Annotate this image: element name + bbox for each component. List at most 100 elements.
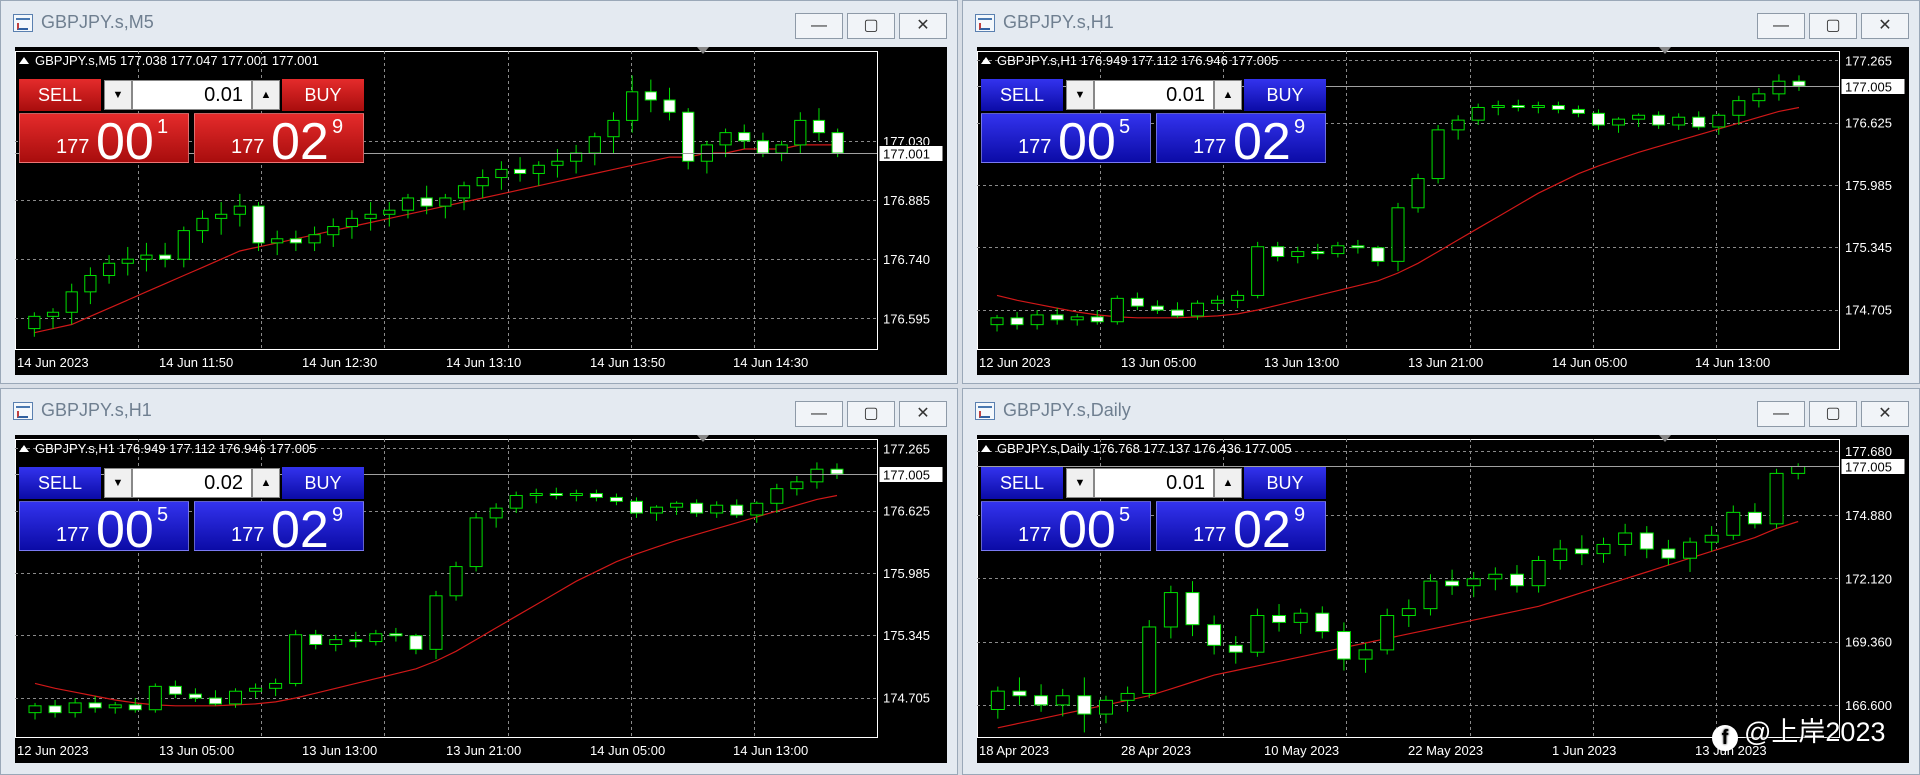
sell-button[interactable]: SELL [981,467,1063,499]
price-pips: 02 [1233,501,1291,559]
lot-decrease-button[interactable]: ▼ [1066,80,1094,110]
minimize-button[interactable]: — [795,13,843,39]
buy-price-button[interactable]: 177 02 9 [1156,501,1326,559]
candle-bullish [68,702,82,714]
sell-button[interactable]: SELL [19,79,101,111]
candle-bullish [177,230,190,260]
candle-bearish [1591,112,1606,126]
close-button[interactable]: ✕ [899,13,947,39]
price-chart[interactable]: 177.265 176.625 175.985 175.345 174.705 12 Ju… [977,47,1909,375]
lot-size-input[interactable]: 0.01 [1094,80,1214,110]
time-axis-label: 14 Jun 13:10 [446,355,521,370]
minimize-button[interactable]: — [795,401,843,427]
candle-bullish [1142,626,1157,694]
candle-bullish [121,258,134,264]
candle-bearish [1311,251,1325,255]
buy-price-button[interactable]: 177 02 9 [194,113,364,171]
window-titlebar[interactable]: GBPJPY.s,Daily — ▢ ✕ [963,389,1919,433]
candle-bearish [756,140,770,154]
candle-bearish [1571,108,1585,114]
chart-shift-marker [697,47,709,54]
sell-price-button[interactable]: 177 00 5 [981,113,1151,171]
candle-bullish [1491,105,1505,108]
close-button[interactable]: ✕ [899,401,947,427]
lot-increase-button[interactable]: ▲ [252,80,280,110]
candle-bearish [644,91,657,101]
maximize-button[interactable]: ▢ [1809,401,1857,427]
price-axis-label: 169.360 [1845,635,1892,650]
buy-button[interactable]: BUY [1244,79,1326,111]
window-titlebar[interactable]: GBPJPY.s,H1 — ▢ ✕ [963,1,1919,45]
maximize-button[interactable]: ▢ [847,13,895,39]
time-axis-label: 14 Jun 13:00 [1695,355,1770,370]
lot-increase-button[interactable]: ▲ [1214,468,1242,498]
minimize-button[interactable]: — [1757,13,1805,39]
candle-bullish [532,164,545,174]
time-axis-label: 10 May 2023 [1264,743,1339,758]
candle-bearish [1050,314,1064,321]
lot-increase-button[interactable]: ▲ [1214,80,1242,110]
time-axis-label: 14 Jun 05:00 [1552,355,1627,370]
price-axis-label: 175.345 [1845,240,1892,255]
sell-button[interactable]: SELL [981,79,1063,111]
window-titlebar[interactable]: GBPJPY.s,M5 — ▢ ✕ [1,1,957,45]
price-chart[interactable]: 177.265 176.625 175.985 175.345 174.705 12 Ju… [15,435,947,763]
close-button[interactable]: ✕ [1861,13,1909,39]
sell-button[interactable]: SELL [19,467,101,499]
candle-bullish [1596,543,1611,555]
lot-decrease-button[interactable]: ▼ [104,468,132,498]
sell-price-button[interactable]: 177 00 1 [19,113,189,171]
lot-decrease-button[interactable]: ▼ [104,80,132,110]
sell-price-button[interactable]: 177 00 5 [981,501,1151,559]
candle-bearish [831,132,844,154]
candle-bullish [1553,548,1568,561]
lot-size-input[interactable]: 0.02 [132,468,252,498]
sell-price-button[interactable]: 177 00 5 [19,501,189,559]
maximize-button[interactable]: ▢ [1809,13,1857,39]
chart-window-gbpjpy-h1: GBPJPY.s,H1 — ▢ ✕ 177.265 176.625 175.985 1… [962,0,1920,384]
close-button[interactable]: ✕ [1861,401,1909,427]
chart-ohlc-text: GBPJPY.s,H1 176.949 177.112 176.946 177.… [997,53,1279,68]
price-prefix: 177 [1193,136,1227,158]
price-chart[interactable]: 177.030 176.885 176.740 176.595 14 Jun 2023 1… [15,47,947,375]
candle-bearish [208,697,222,705]
buy-button[interactable]: BUY [282,467,364,499]
buy-price-button[interactable]: 177 02 9 [194,501,364,559]
candle-bearish [1077,695,1092,715]
lot-decrease-button[interactable]: ▼ [1066,468,1094,498]
candle-bullish [1726,511,1741,536]
minimize-button[interactable]: — [1757,401,1805,427]
buy-button[interactable]: BUY [282,79,364,111]
maximize-button[interactable]: ▢ [847,401,895,427]
lot-increase-button[interactable]: ▲ [252,468,280,498]
buy-button[interactable]: BUY [1244,467,1326,499]
candle-bearish [812,119,826,134]
buy-price-button[interactable]: 177 02 9 [1156,113,1326,171]
candle-bullish [990,317,1004,326]
candle-bullish [990,690,1005,710]
chart-ohlc-header: GBPJPY.s,H1 176.949 177.112 176.946 177.… [981,53,1278,68]
candle-bearish [1090,316,1104,323]
candle-bullish [364,213,377,219]
candle-bullish [401,197,415,211]
candle-bearish [159,254,172,260]
candle-bullish [383,209,396,215]
price-axis-label: 172.120 [1845,571,1892,586]
lot-size-input[interactable]: 0.01 [132,80,252,110]
chart-ohlc-header: GBPJPY.s,Daily 176.768 177.137 176.436 1… [981,441,1292,456]
time-axis-label: 13 Jun 13:00 [1264,355,1339,370]
chart-ohlc-text: GBPJPY.s,H1 176.949 177.112 176.946 177.… [35,441,317,456]
window-titlebar[interactable]: GBPJPY.s,H1 — ▢ ✕ [1,389,957,433]
lot-size-input[interactable]: 0.01 [1094,468,1214,498]
candle-bearish [1661,548,1676,559]
candle-bearish [128,704,142,711]
time-axis-label: 1 Jun 2023 [1552,743,1616,758]
watermark-logo-icon: f [1712,725,1738,751]
price-point: 1 [157,116,169,138]
candle-bullish [1380,615,1395,651]
candle-bullish [1231,294,1245,301]
price-prefix: 177 [56,136,90,158]
price-axis-label: 174.880 [1845,508,1892,523]
candle-bearish [1228,644,1243,653]
time-axis-label: 28 Apr 2023 [1121,743,1191,758]
